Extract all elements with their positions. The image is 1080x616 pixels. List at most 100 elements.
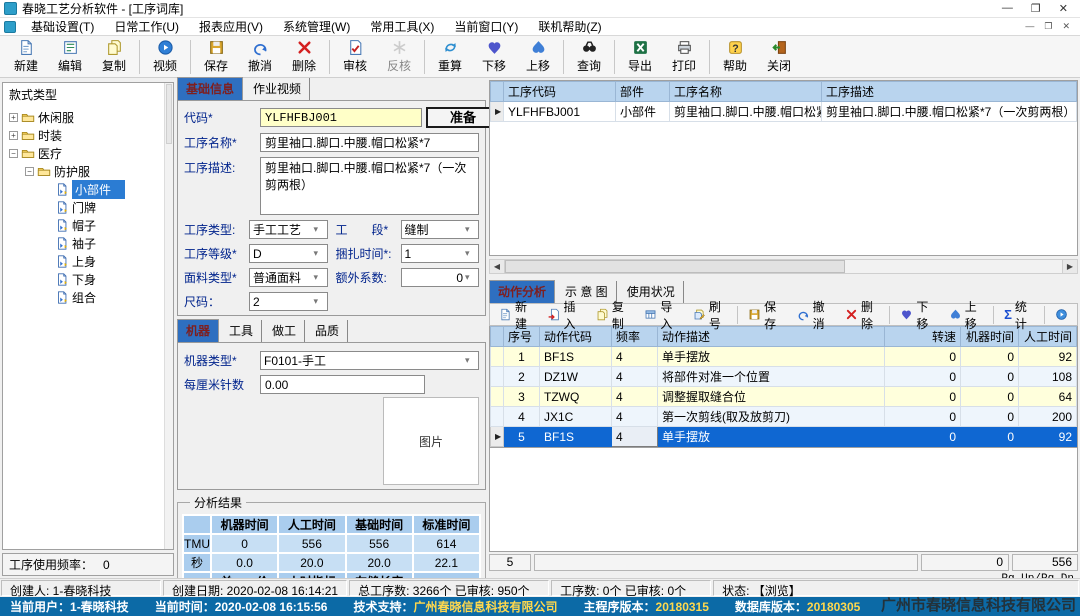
edit-button[interactable]: 编辑 — [48, 37, 92, 77]
action-row[interactable]: 3TZWQ4调整握取缝合位0064 — [491, 387, 1077, 407]
tree-node-small-parts[interactable]: ·小部件 — [3, 180, 173, 198]
save-button[interactable]: 保存 — [194, 37, 238, 77]
print-button[interactable]: 打印 — [662, 37, 706, 77]
bundle-time-select[interactable]: 1▾ — [401, 244, 480, 263]
table-row[interactable]: ▶ YLFHFBJ001 小部件 剪里袖口.脚口.中腰.帽口松紧*7 剪里袖口.… — [491, 102, 1077, 122]
export-button[interactable]: 导出 — [618, 37, 662, 77]
col-process-desc[interactable]: 工序描述 — [822, 82, 1077, 102]
menu-help[interactable]: 联机帮助(Z) — [528, 17, 611, 36]
unaudit-button: 反核 — [377, 37, 421, 77]
restore-button[interactable]: ❐ — [1031, 2, 1041, 15]
style-type-tree-panel: 款式类型 +休闲服 +时装 −医疗 −防护服 ·小部件 ·门牌 ·帽子 ·袖子 … — [2, 82, 174, 550]
horizontal-scrollbar[interactable]: ◀ ▶ — [489, 259, 1078, 274]
grade-select[interactable]: D▾ — [249, 244, 328, 263]
folder-icon — [37, 164, 51, 178]
app-icon — [4, 2, 17, 15]
tree-node-leisure[interactable]: +休闲服 — [3, 108, 173, 126]
page-icon — [55, 290, 69, 304]
move-up-button[interactable]: 上移 — [516, 37, 560, 77]
stitch-count-input[interactable] — [260, 375, 425, 394]
delete-button[interactable]: 删除 — [282, 37, 326, 77]
code-input[interactable] — [260, 108, 422, 127]
expander-icon[interactable]: − — [25, 167, 34, 176]
tab-workmanship[interactable]: 做工 — [264, 320, 305, 342]
new-button[interactable]: 新建 — [4, 37, 48, 77]
col-process-code[interactable]: 工序代码 — [504, 82, 616, 102]
tree-node-medical[interactable]: −医疗 — [3, 144, 173, 162]
tab-work-video[interactable]: 作业视频 — [245, 78, 310, 100]
summary-machine-time: 0 — [921, 554, 1009, 571]
menu-current-window[interactable]: 当前窗口(Y) — [444, 17, 528, 36]
help-button[interactable]: 帮助 — [713, 37, 757, 77]
tree-node-combo[interactable]: ·组合 — [3, 288, 173, 306]
tab-machine[interactable]: 机器 — [177, 319, 219, 342]
menu-reports[interactable]: 报表应用(V) — [189, 17, 273, 36]
stage-select[interactable]: 缝制▾ — [401, 220, 480, 239]
mdi-restore-button[interactable]: ❐ — [1044, 21, 1052, 32]
menu-base-settings[interactable]: 基础设置(T) — [21, 17, 104, 36]
page-icon — [55, 272, 69, 286]
move-down-icon — [486, 39, 503, 56]
scroll-right-icon[interactable]: ▶ — [1062, 260, 1077, 273]
minimize-button[interactable]: — — [1002, 2, 1013, 15]
action-play-button[interactable] — [1049, 306, 1074, 323]
page-icon — [55, 254, 69, 268]
recalc-button[interactable]: 重算 — [428, 37, 472, 77]
tree-node-fashion[interactable]: +时装 — [3, 126, 173, 144]
tab-basic-info[interactable]: 基础信息 — [177, 77, 243, 100]
process-name-input[interactable] — [260, 133, 479, 152]
close-button[interactable]: ✕ — [1059, 2, 1068, 15]
db-version: 数据库版本：20180305 — [735, 598, 860, 615]
process-desc-textarea[interactable]: 剪里袖口.脚口.中腰.帽口松紧*7（一次剪两根） — [260, 157, 479, 215]
row-marker-icon: ▶ — [491, 102, 504, 122]
menu-daily-work[interactable]: 日常工作(U) — [104, 17, 189, 36]
col-labor-time[interactable]: 人工时间 — [1019, 327, 1077, 347]
scroll-left-icon[interactable]: ◀ — [490, 260, 505, 273]
col-machine-time[interactable]: 机器时间 — [961, 327, 1019, 347]
tree-node-sleeve[interactable]: ·袖子 — [3, 234, 173, 252]
mdi-close-button[interactable]: ✕ — [1062, 21, 1070, 32]
tree-node-protective[interactable]: −防护服 — [3, 162, 173, 180]
tree-node-hat[interactable]: ·帽子 — [3, 216, 173, 234]
col-process-name[interactable]: 工序名称 — [670, 82, 822, 102]
action-save-button[interactable]: 保存 — [742, 296, 788, 334]
menu-system[interactable]: 系统管理(W) — [273, 17, 360, 36]
size-select[interactable]: 2▾ — [249, 292, 328, 311]
video-button[interactable]: 视频 — [143, 37, 187, 77]
tree-node-lower-body[interactable]: ·下身 — [3, 270, 173, 288]
machine-type-select[interactable]: F0101-手工▾ — [260, 351, 479, 370]
close-window-button[interactable]: 关闭 — [757, 37, 801, 77]
code-label: 代码* — [184, 109, 256, 126]
action-row[interactable]: 4JX1C4第一次剪线(取及放剪刀)00200 — [491, 407, 1077, 427]
tree-node-upper-body[interactable]: ·上身 — [3, 252, 173, 270]
process-desc-label: 工序描述: — [184, 157, 256, 176]
process-type-select[interactable]: 手工工艺▾ — [249, 220, 328, 239]
query-button[interactable]: 查询 — [567, 37, 611, 77]
audit-button[interactable]: 审核 — [333, 37, 377, 77]
expander-icon[interactable]: − — [9, 149, 18, 158]
action-row[interactable]: 2DZ1W4将部件对准一个位置00108 — [491, 367, 1077, 387]
tab-quality[interactable]: 品质 — [307, 320, 348, 342]
page-icon — [55, 200, 69, 214]
tree-scrollbar[interactable] — [164, 83, 173, 549]
menu-tools[interactable]: 常用工具(X) — [360, 17, 444, 36]
expander-icon[interactable]: + — [9, 131, 18, 140]
col-part[interactable]: 部件 — [616, 82, 670, 102]
tree-node-doorplate[interactable]: ·门牌 — [3, 198, 173, 216]
copy-button[interactable]: 复制 — [92, 37, 136, 77]
action-delete-button[interactable]: 删除 — [839, 296, 885, 334]
action-row[interactable]: 1BF1S4单手摆放0092 — [491, 347, 1077, 367]
extra-factor-select[interactable]: 0▾ — [401, 268, 480, 287]
mdi-child-icon — [4, 21, 16, 33]
chevron-down-icon: ▾ — [314, 296, 324, 307]
fabric-type-select[interactable]: 普通面料▾ — [249, 268, 328, 287]
undo-button[interactable]: 撤消 — [238, 37, 282, 77]
scrollbar-thumb[interactable] — [505, 260, 845, 273]
expander-icon[interactable]: + — [9, 113, 18, 122]
video-icon — [157, 39, 174, 56]
action-undo-button[interactable]: 撤消 — [791, 296, 837, 334]
mdi-minimize-button[interactable]: — — [1025, 21, 1034, 32]
tab-tool[interactable]: 工具 — [221, 320, 262, 342]
action-row-selected[interactable]: ▶ 5BF1S4单手摆放0092 — [491, 427, 1077, 447]
move-down-button[interactable]: 下移 — [472, 37, 516, 77]
